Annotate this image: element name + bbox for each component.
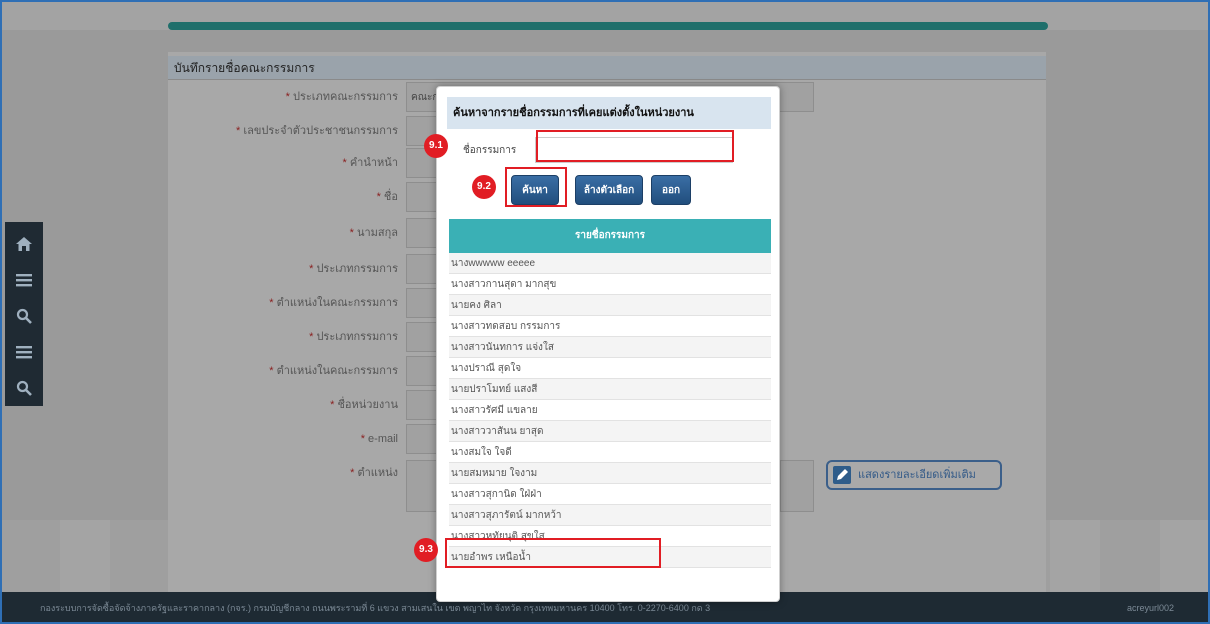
menu-icon[interactable] <box>5 334 43 370</box>
field-label-member-type-2: * ประเภทกรรมการ <box>309 331 398 343</box>
list-item[interactable]: นางสาวสุภารัตน์ มากหว้า <box>449 505 771 526</box>
show-details-button[interactable]: แสดงรายละเอียดเพิ่มเติม <box>826 460 1002 490</box>
committee-search-modal: ค้นหาจากรายชื่อกรรมการที่เคยแต่งตั้งในหน… <box>436 86 780 602</box>
field-label-job-title: * ตำแหน่ง <box>350 467 398 479</box>
field-label-position-2: * ตำแหน่งในคณะกรรมการ <box>269 365 398 377</box>
highlight-name-input <box>536 130 734 162</box>
clear-selection-button[interactable]: ล้างตัวเลือก <box>575 175 643 205</box>
side-navigation <box>5 222 43 406</box>
field-label-last-name: * นามสกุล <box>349 227 398 239</box>
field-label-position: * ตำแหน่งในคณะกรรมการ <box>269 297 398 309</box>
footer-user: acreyurl002 <box>1126 603 1174 613</box>
committee-list-header: รายชื่อกรรมการ <box>449 219 771 253</box>
committee-list: นางwwwww eeeee นางสาวกานสุดา มากสุข นายค… <box>449 253 771 568</box>
edit-icon <box>833 466 851 484</box>
highlight-list-selection <box>445 538 661 568</box>
list-item[interactable]: นางปราณี สุดใจ <box>449 358 771 379</box>
field-label-committee-type: * ประเภทคณะกรรมการ <box>285 91 398 103</box>
field-label-citizen-id: * เลขประจำตัวประชาชนกรรมการ <box>235 125 398 137</box>
field-label-email: * e-mail <box>360 433 398 445</box>
search-icon[interactable] <box>5 370 43 406</box>
page-accent-bar <box>168 22 1048 30</box>
committee-name-label: ชื่อกรรมการ <box>463 145 517 156</box>
modal-title: ค้นหาจากรายชื่อกรรมการที่เคยแต่งตั้งในหน… <box>447 97 771 129</box>
field-label-member-type: * ประเภทกรรมการ <box>309 263 398 275</box>
field-label-title: * คำนำหน้า <box>342 157 398 169</box>
list-item[interactable]: นางสาวสุกานิด ใฝ่ฝ่า <box>449 484 771 505</box>
list-item[interactable]: นายปราโมทย์ แสงสี <box>449 379 771 400</box>
menu-icon[interactable] <box>5 262 43 298</box>
highlight-search-button <box>505 167 567 207</box>
show-details-label: แสดงรายละเอียดเพิ่มเติม <box>858 469 976 481</box>
field-label-agency: * ชื่อหน่วยงาน <box>330 399 398 411</box>
step-badge-9-3: 9.3 <box>414 538 438 562</box>
step-badge-9-1: 9.1 <box>424 134 448 158</box>
list-item[interactable]: นางสาวทดสอบ กรรมการ <box>449 316 771 337</box>
list-item[interactable]: นางสาววาสันน ยาสุด <box>449 421 771 442</box>
list-item[interactable]: นางสมใจ ใจดี <box>449 442 771 463</box>
list-item[interactable]: นายคง ศิลา <box>449 295 771 316</box>
list-item[interactable]: นางสาวกานสุดา มากสุข <box>449 274 771 295</box>
field-label-first-name: * ชื่อ <box>376 191 398 203</box>
list-item[interactable]: นางwwwww eeeee <box>449 253 771 274</box>
home-icon[interactable] <box>5 226 43 262</box>
list-item[interactable]: นายสมหมาย ใจงาม <box>449 463 771 484</box>
step-badge-9-2: 9.2 <box>472 175 496 199</box>
list-item[interactable]: นางสาวนันทการ แจ่งใส <box>449 337 771 358</box>
job-title-textarea-right <box>780 460 814 512</box>
form-header: บันทึกรายชื่อคณะกรรมการ <box>168 56 1046 80</box>
search-icon[interactable] <box>5 298 43 334</box>
exit-button[interactable]: ออก <box>651 175 691 205</box>
list-item[interactable]: นางสาวรัศมี แขลาย <box>449 400 771 421</box>
